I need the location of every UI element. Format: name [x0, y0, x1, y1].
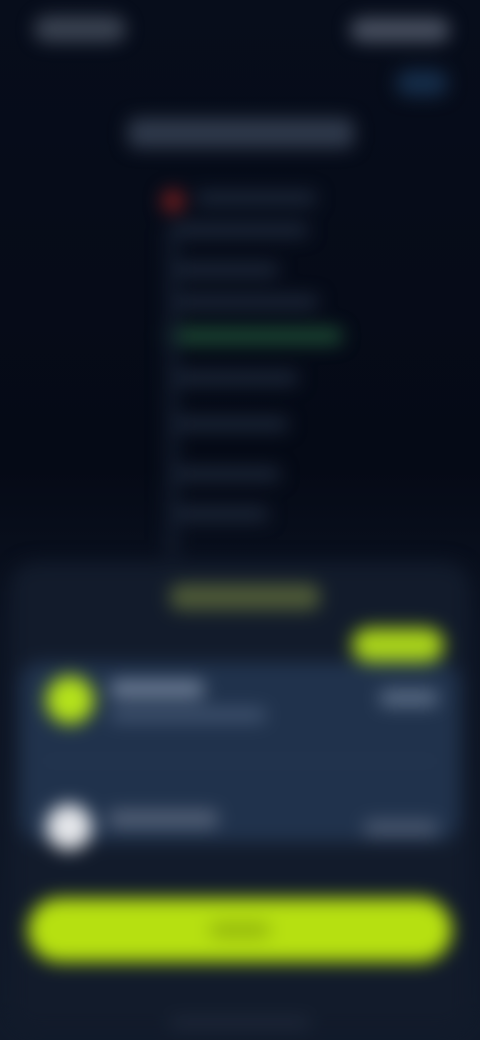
option-value [380, 690, 438, 706]
pill-label [352, 628, 353, 629]
primary-action-label [210, 923, 270, 937]
home-indicator [170, 1020, 310, 1026]
divider [40, 760, 440, 762]
document-line [168, 418, 288, 430]
document-logo-icon [162, 190, 184, 212]
blurred-layer [0, 0, 480, 1040]
primary-action-label-text [210, 923, 211, 924]
document-title-text [128, 118, 129, 119]
document-line [168, 468, 280, 480]
white-circle-icon [46, 804, 92, 850]
document-rail [166, 228, 178, 558]
document-line [168, 264, 278, 276]
accent-circle-icon [46, 676, 94, 724]
document-title [128, 118, 354, 148]
document-line [168, 224, 308, 236]
screen [0, 0, 480, 1040]
status-time [34, 16, 126, 42]
help-label [396, 70, 397, 71]
document-line [196, 192, 316, 204]
document-line [168, 508, 268, 520]
document-highlight-row [164, 328, 342, 344]
document-line [168, 296, 318, 308]
status-time-text [34, 16, 35, 17]
document-preview [148, 168, 344, 558]
help-button[interactable] [396, 70, 448, 96]
sheet-title [170, 584, 320, 610]
bottom-sheet [10, 562, 470, 1032]
option-title [110, 680, 204, 698]
status-indicators-text [350, 18, 351, 19]
option-title[interactable] [108, 810, 218, 828]
primary-action-button[interactable] [28, 898, 452, 962]
recommended-pill [352, 628, 444, 662]
option-value [364, 820, 438, 836]
document-line [168, 372, 298, 384]
status-indicators [350, 18, 450, 42]
sheet-title-text [170, 584, 171, 585]
option-subtitle [110, 708, 266, 722]
